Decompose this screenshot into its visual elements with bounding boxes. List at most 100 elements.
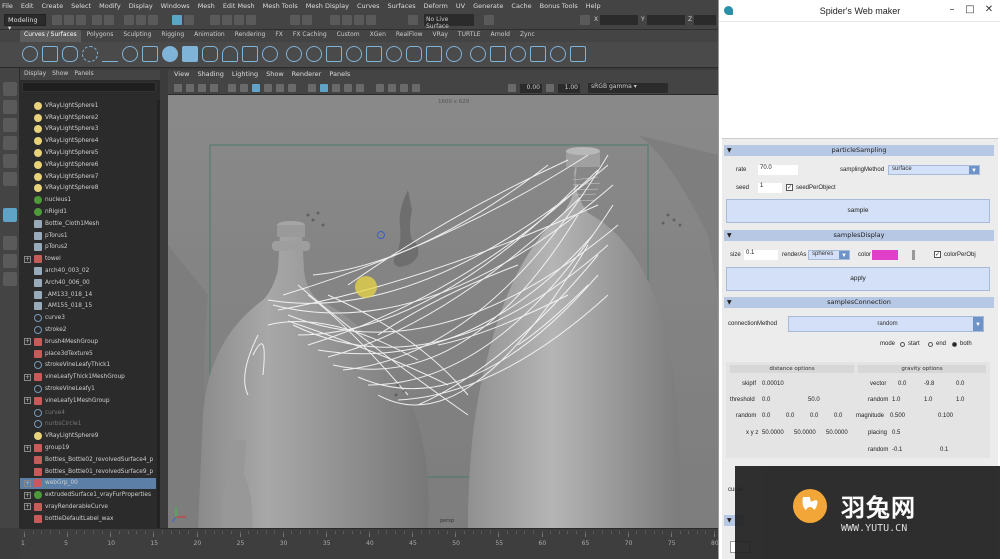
menu-windows[interactable]: Windows (161, 2, 190, 10)
xray-joints-icon[interactable] (400, 84, 408, 92)
isolate-select-icon[interactable] (376, 84, 384, 92)
outliner-item[interactable]: nRigid1 (20, 206, 156, 218)
viewport-menu-lighting[interactable]: Lighting (232, 70, 258, 82)
magnitude-field[interactable]: 0.500 (890, 413, 905, 419)
menu-cache[interactable]: Cache (511, 2, 531, 10)
attach-surface-icon[interactable] (470, 46, 486, 62)
menu-mesh-tools[interactable]: Mesh Tools (263, 2, 298, 10)
pencil-curve-icon[interactable] (102, 46, 118, 62)
outliner-item[interactable]: VRayLightSphere3 (20, 124, 156, 136)
undo-icon[interactable] (92, 15, 102, 25)
tab-fx-caching[interactable]: FX Caching (289, 30, 331, 42)
backface-icon[interactable] (412, 84, 420, 92)
gravity-random-x-field[interactable]: 1.0 (892, 397, 900, 403)
resolution-gate-icon[interactable] (252, 84, 260, 92)
3d-viewport[interactable]: 1600 x 629 persp (168, 95, 718, 528)
outliner-menu-show[interactable]: Show (52, 70, 68, 80)
last-tool-icon[interactable] (3, 208, 17, 222)
section-particle-sampling[interactable]: ▼ particleSampling (724, 145, 994, 156)
rate-field[interactable]: 70.0 (758, 165, 798, 175)
tab-sculpting[interactable]: Sculpting (119, 30, 155, 42)
color-per-obj-checkbox[interactable]: ✓ (934, 251, 941, 258)
mode-start-radio[interactable] (900, 342, 905, 347)
nurbs-cylinder-icon[interactable] (202, 46, 218, 62)
scale-tool-icon[interactable] (3, 172, 17, 186)
xyz-x-field[interactable]: 50.0000 (762, 430, 784, 436)
viewport-menu-show[interactable]: Show (266, 70, 284, 82)
tab-polygons[interactable]: Polygons (83, 30, 118, 42)
expand-icon[interactable]: + (24, 503, 31, 511)
outliner-item[interactable]: bottleDefaultLabel_wax (20, 513, 156, 525)
distance-random-2[interactable]: 0.0 (786, 413, 794, 419)
select-by-type-icon[interactable] (172, 15, 182, 25)
tab-turtle[interactable]: TURTLE (454, 30, 485, 42)
menu-deform[interactable]: Deform (424, 2, 448, 10)
vector-x-field[interactable]: 0.0 (898, 381, 906, 387)
expand-icon[interactable]: + (24, 373, 31, 381)
exposure-field[interactable]: 0.00 (520, 84, 542, 93)
move-tool-icon[interactable] (3, 136, 17, 150)
render-as-dropdown[interactable]: spheres ▼ (808, 250, 850, 260)
xyz-z-field[interactable]: 50.0000 (826, 430, 848, 436)
shadows-icon[interactable] (356, 84, 364, 92)
live-surface-field[interactable]: No Live Surface (424, 14, 474, 30)
cv-curve-icon[interactable] (82, 46, 98, 62)
outliner-item[interactable]: Bottles_Bottle02_revolvedSurface4_p (20, 454, 156, 466)
expand-icon[interactable]: + (24, 491, 31, 499)
menu-edit-mesh[interactable]: Edit Mesh (223, 2, 255, 10)
outliner-item[interactable]: + brush4MeshGroup (20, 336, 156, 348)
outliner-item[interactable]: VRayLightSphere6 (20, 159, 156, 171)
outliner-item[interactable]: nurbsCircle1 (20, 419, 156, 431)
outliner-search-input[interactable] (22, 82, 156, 92)
minimize-icon[interactable]: – (945, 4, 959, 16)
vector-y-field[interactable]: -9.8 (924, 381, 934, 387)
history-icon[interactable] (290, 15, 300, 25)
gamma-field[interactable]: 1.00 (558, 84, 580, 93)
placing-field[interactable]: 0.5 (892, 430, 900, 436)
seed-per-object-checkbox[interactable]: ✓ (786, 184, 793, 191)
select-component-icon[interactable] (148, 15, 158, 25)
redo-icon[interactable] (104, 15, 114, 25)
section-samples-display[interactable]: ▼ samplesDisplay (724, 230, 994, 241)
outliner-scrollbar[interactable] (157, 100, 160, 530)
lock-selection-icon[interactable] (184, 15, 194, 25)
distance-random-1[interactable]: 0.0 (762, 413, 770, 419)
lights-icon[interactable] (344, 84, 352, 92)
size-field[interactable]: 0.1 (744, 250, 778, 260)
revolve-icon[interactable] (286, 46, 302, 62)
menu-mesh-display[interactable]: Mesh Display (306, 2, 349, 10)
nurbs-circle-icon[interactable] (22, 46, 38, 62)
outliner-item[interactable]: + towel (20, 253, 156, 265)
outliner-item[interactable]: nucleus1 (20, 194, 156, 206)
tab-rigging[interactable]: Rigging (157, 30, 188, 42)
tab-zync[interactable]: Zync (516, 30, 539, 42)
outliner-item[interactable]: curve4 (20, 407, 156, 419)
textured-icon[interactable] (332, 84, 340, 92)
outliner-menu-display[interactable]: Display (24, 70, 46, 80)
transform-mode-icon[interactable] (580, 15, 590, 25)
outliner-item[interactable]: Arch40_006_00 (20, 277, 156, 289)
tab-curves-surfaces[interactable]: Curves / Surfaces (20, 30, 81, 42)
outliner-item[interactable]: VRayLightSphere7 (20, 171, 156, 183)
threshold-min-field[interactable]: 0.0 (762, 397, 770, 403)
placing-random-max[interactable]: 0.1 (940, 447, 948, 453)
snap-plane-icon[interactable] (246, 15, 256, 25)
threshold-max-field[interactable]: 50.0 (808, 397, 820, 403)
z-coord-field[interactable] (694, 15, 716, 25)
skip-if-field[interactable]: 0.00010 (762, 381, 784, 387)
symmetry-icon[interactable] (484, 15, 494, 25)
color-slider[interactable] (912, 250, 915, 260)
extrude-icon[interactable] (346, 46, 362, 62)
boundary-icon[interactable] (386, 46, 402, 62)
outliner-item[interactable]: Bottles_Bottle01_revolvedSurface9_p (20, 466, 156, 478)
xray-icon[interactable] (388, 84, 396, 92)
save-scene-icon[interactable] (76, 15, 86, 25)
hypershade-icon[interactable] (366, 15, 376, 25)
viewport-menu-shading[interactable]: Shading (197, 70, 223, 82)
outliner-item[interactable]: VRayLightSphere9 (20, 430, 156, 442)
loft-icon[interactable] (306, 46, 322, 62)
outliner-item[interactable]: strokeVineLeafyThick1 (20, 360, 156, 372)
seed-field[interactable]: 1 (758, 183, 782, 193)
nurbs-cube-icon[interactable] (182, 46, 198, 62)
snap-grid-icon[interactable] (210, 15, 220, 25)
